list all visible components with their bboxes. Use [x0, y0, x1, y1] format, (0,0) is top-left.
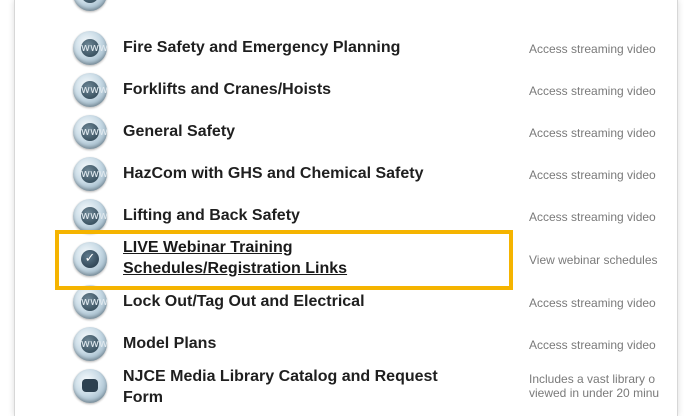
list-item-general-safety[interactable]: www General Safety Access streaming vide…	[15, 112, 677, 152]
list-item-lifting[interactable]: www Lifting and Back Safety Access strea…	[15, 196, 677, 236]
list-item-fire-safety[interactable]: www Fire Safety and Emergency Planning A…	[15, 28, 677, 68]
list-item-title[interactable]: Forklifts and Cranes/Hoists	[123, 81, 331, 99]
list-item-desc: Access streaming video	[529, 296, 656, 310]
list-item-partial[interactable]: www	[15, 0, 677, 14]
list-item-desc: Access streaming video	[529, 84, 656, 98]
list-item-desc-line2: viewed in under 20 minu	[529, 386, 660, 400]
list-item-njce-media[interactable]: NJCE Media Library Catalog and Request F…	[15, 366, 677, 416]
list-item-title[interactable]: Lock Out/Tag Out and Electrical	[123, 293, 365, 311]
web-icon: www	[73, 31, 108, 65]
list-item-hazcom[interactable]: www HazCom with GHS and Chemical Safety …	[15, 154, 677, 194]
check-icon: ✓	[73, 242, 107, 276]
camera-icon	[73, 369, 107, 403]
web-icon: www	[73, 115, 108, 149]
list-item-title-line1[interactable]: NJCE Media Library Catalog and Request	[123, 368, 438, 386]
list-item-desc: Access streaming video	[529, 126, 656, 140]
list-item-desc: Access streaming video	[529, 210, 656, 224]
list-item-lockout[interactable]: www Lock Out/Tag Out and Electrical Acce…	[15, 282, 677, 322]
list-item-desc-line1: Includes a vast library o	[529, 372, 656, 386]
list-item-title[interactable]: Fire Safety and Emergency Planning	[123, 39, 400, 57]
list-item-title[interactable]: HazCom with GHS and Chemical Safety	[123, 165, 424, 183]
list-item-title[interactable]: Model Plans	[123, 335, 216, 353]
web-icon: www	[73, 0, 107, 11]
list-item-forklifts[interactable]: www Forklifts and Cranes/Hoists Access s…	[15, 70, 677, 110]
page: www www Fire Safety and Emergency Planni…	[0, 0, 689, 416]
list-item-title-line2[interactable]: Form	[123, 389, 163, 407]
list-item-desc: Access streaming video	[529, 338, 656, 352]
webinar-link-line1[interactable]: LIVE Webinar Training	[123, 239, 293, 257]
web-icon: www	[73, 157, 108, 191]
training-list: www www Fire Safety and Emergency Planni…	[14, 0, 678, 416]
list-item-desc: View webinar schedules	[529, 253, 658, 267]
web-icon: www	[73, 327, 108, 361]
web-icon: www	[73, 285, 108, 319]
list-item-model-plans[interactable]: www Model Plans Access streaming video	[15, 324, 677, 364]
list-item-title[interactable]: General Safety	[123, 123, 235, 141]
webinar-link-line2[interactable]: Schedules/Registration Links	[123, 260, 347, 278]
list-item-desc: Access streaming video	[529, 42, 656, 56]
list-item-title[interactable]: Lifting and Back Safety	[123, 207, 300, 225]
web-icon: www	[73, 73, 108, 107]
web-icon: www	[73, 199, 108, 233]
list-item-desc: Access streaming video	[529, 168, 656, 182]
list-item-live-webinar[interactable]: ✓ LIVE Webinar Training Schedules/Regist…	[15, 238, 677, 284]
